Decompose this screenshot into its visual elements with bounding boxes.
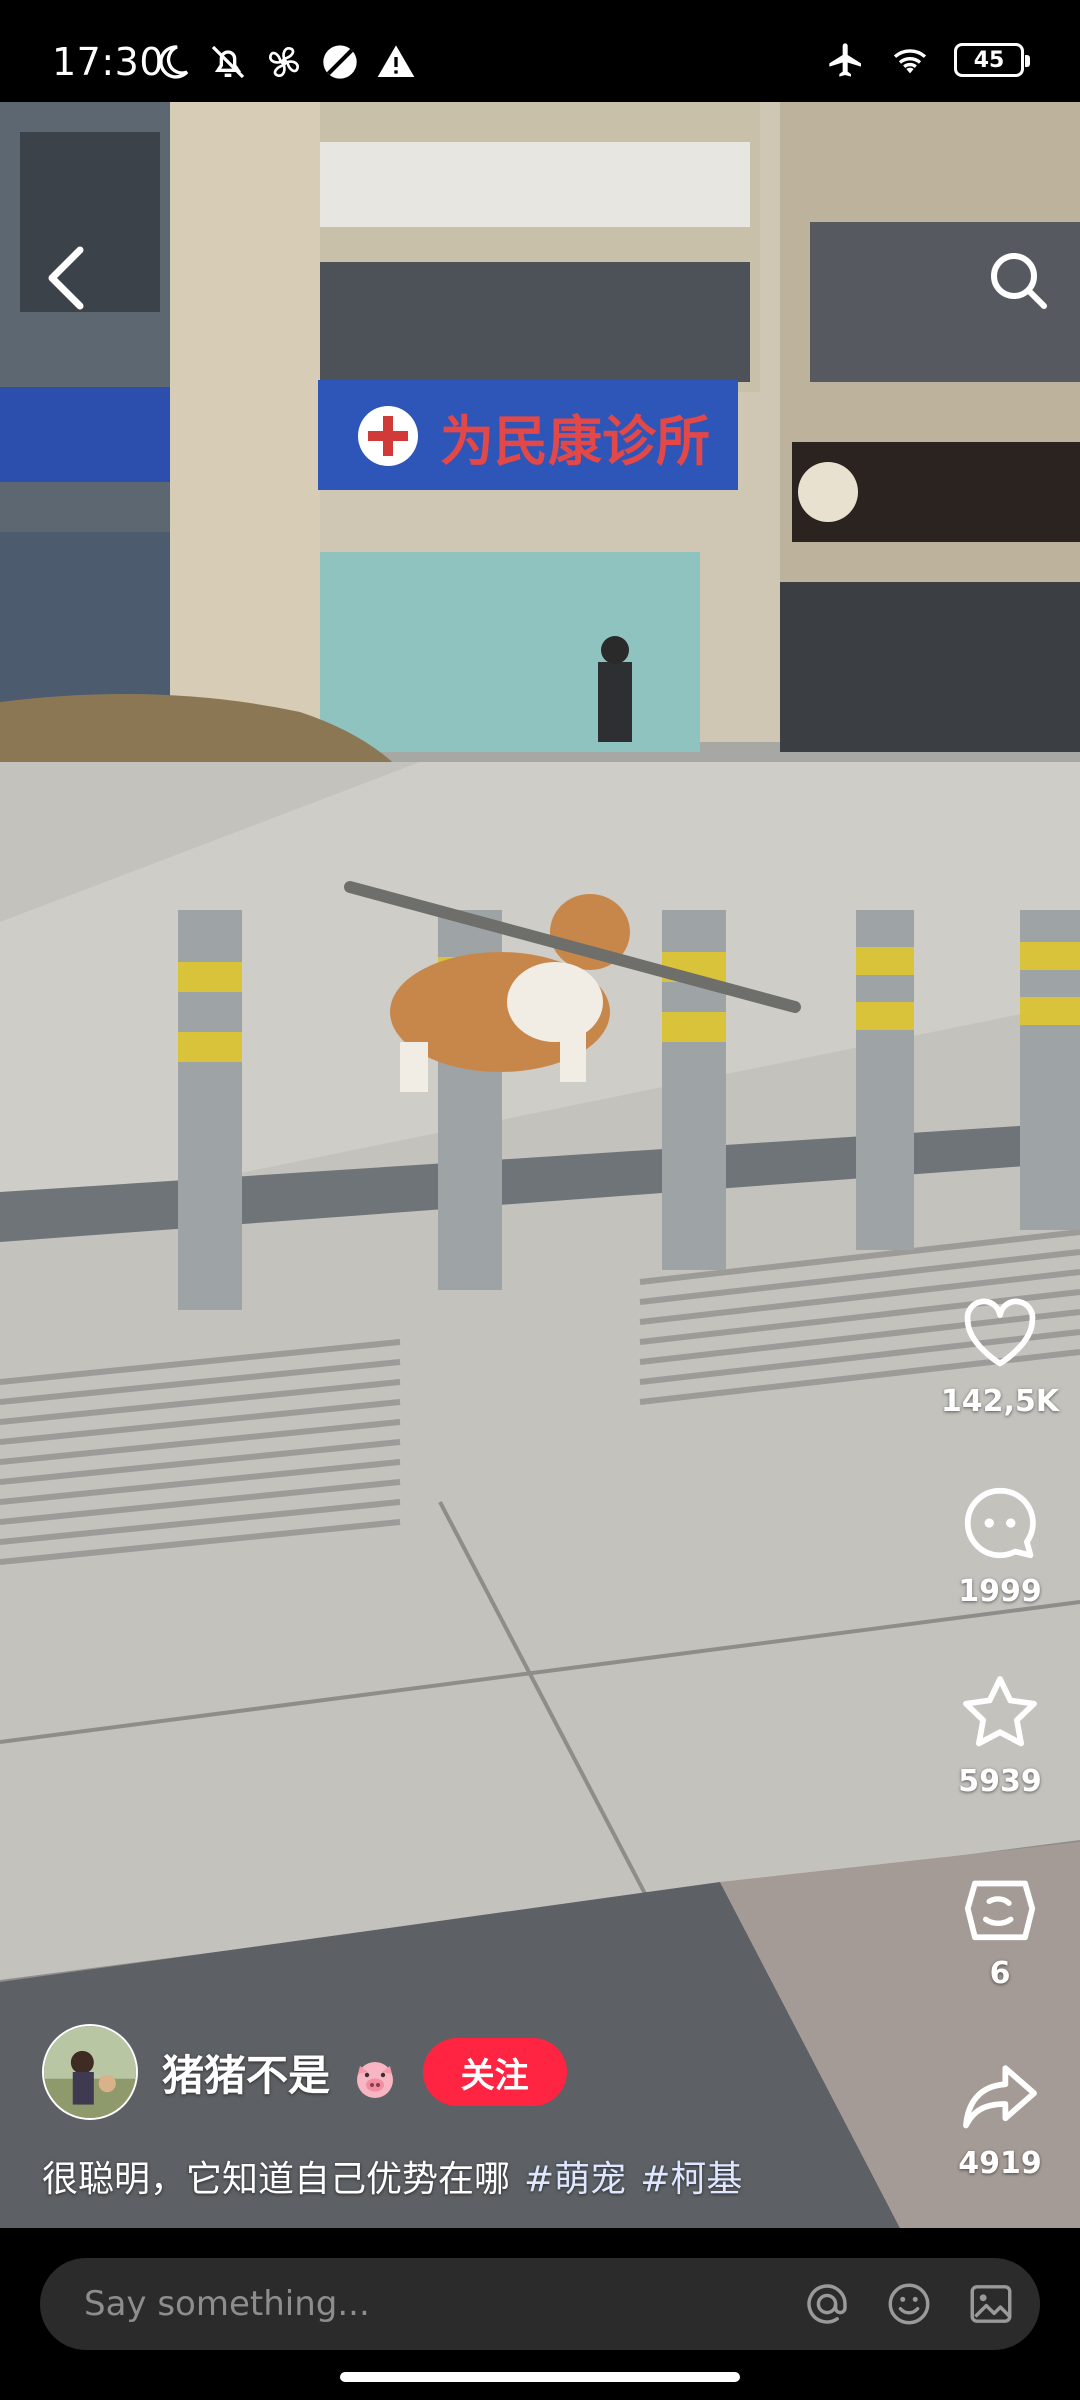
comment-input[interactable] (82, 2283, 770, 2325)
warning-icon (377, 45, 415, 77)
heart-icon[interactable] (957, 1290, 1043, 1376)
battery-level: 45 (973, 47, 1005, 73)
comment-icon[interactable] (957, 1480, 1043, 1566)
video-player[interactable]: 为民康诊所 (0, 102, 1080, 2228)
status-bar: 17:30 45 (0, 0, 1080, 102)
video-caption: 很聪明，它知道自己优势在哪 #萌宠 #柯基 (42, 2150, 742, 2202)
bell-off-icon (211, 45, 245, 79)
comment-count: 1999 (958, 1574, 1042, 1609)
pig-emoji-icon (356, 2062, 393, 2098)
status-left-icons (152, 42, 416, 82)
gift-count: 6 (989, 1956, 1011, 1991)
gift-icon[interactable] (957, 1862, 1043, 1948)
favorite-action[interactable]: 5939 (940, 1670, 1060, 1799)
status-time: 17:30 (52, 40, 165, 84)
share-action[interactable]: 4919 (940, 2052, 1060, 2181)
clinic-sign-text: 为民康诊所 (440, 410, 710, 473)
share-icon[interactable] (957, 2052, 1043, 2138)
back-icon[interactable] (40, 242, 92, 314)
emoji-icon[interactable] (884, 2279, 934, 2329)
fan-icon (269, 47, 299, 77)
home-indicator[interactable] (340, 2372, 740, 2382)
avatar-image (44, 2026, 136, 2118)
moon-icon (159, 45, 189, 79)
share-count: 4919 (958, 2146, 1042, 2181)
author-name[interactable]: 猪猪不是 (162, 2051, 330, 2100)
comment-input-bar[interactable] (40, 2258, 1040, 2350)
favorite-count: 5939 (958, 1764, 1042, 1799)
author-name-block[interactable]: 猪猪不是 (162, 2042, 399, 2103)
battery-icon: 45 (954, 43, 1030, 77)
hashtag-link[interactable]: #萌宠 (524, 2159, 626, 2200)
screen: 17:30 45 为民康诊所 142,5K 1999 5939 6 4919 猪… (0, 0, 1080, 2400)
comment-action[interactable]: 1999 (940, 1480, 1060, 1609)
hashtag-link[interactable]: #柯基 (640, 2159, 742, 2200)
status-right-icons: 45 (826, 40, 1030, 80)
airplane-icon (829, 43, 861, 77)
caption-text: 很聪明，它知道自己优势在哪 (42, 2159, 511, 2200)
like-action[interactable]: 142,5K (940, 1290, 1060, 1419)
no-sim-icon (323, 45, 357, 79)
avatar[interactable] (42, 2024, 138, 2120)
wifi-icon (893, 49, 927, 74)
image-icon[interactable] (966, 2279, 1016, 2329)
search-icon[interactable] (986, 248, 1050, 312)
follow-button[interactable]: 关注 (422, 2038, 567, 2106)
author-row: 猪猪不是 关注 (42, 2022, 567, 2122)
like-count: 142,5K (940, 1384, 1060, 1419)
video-frame: 为民康诊所 (0, 102, 1080, 2228)
gift-action[interactable]: 6 (940, 1862, 1060, 1991)
bottom-bar (0, 2228, 1080, 2400)
mention-icon[interactable] (802, 2279, 852, 2329)
star-icon[interactable] (957, 1670, 1043, 1756)
